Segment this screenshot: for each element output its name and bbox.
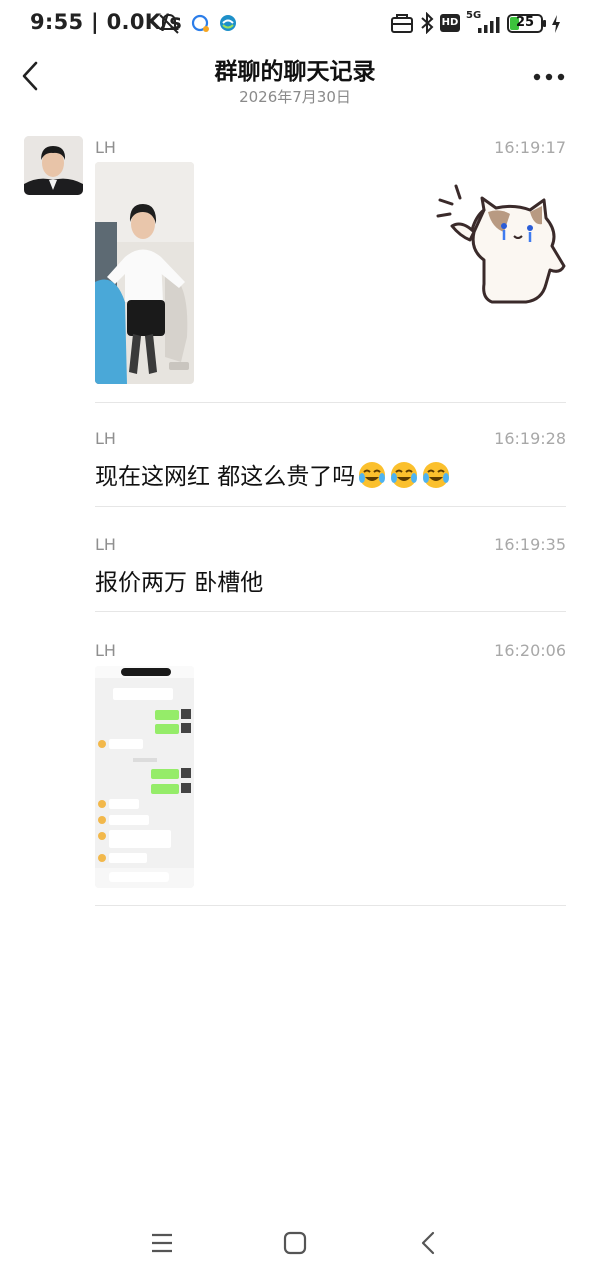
message-divider (95, 905, 566, 906)
chat-history-header: 群聊的聊天记录 2026年7月30日 (0, 46, 590, 116)
page-title: 群聊的聊天记录 (214, 59, 376, 85)
message-item: LH 16:19:28 现在这网红 都这么贵了吗 (95, 429, 566, 499)
man-in-suit-avatar-icon (24, 136, 83, 195)
sender-name: LH (95, 535, 116, 554)
home-icon[interactable] (282, 1230, 308, 1256)
laugh-cry-emoji-icon (423, 462, 450, 488)
sender-name: LH (95, 641, 116, 660)
status-bar: 9:55 | 0.0K/s HD 5G 25 (0, 0, 590, 46)
signal-icon (478, 17, 500, 33)
sender-name: LH (95, 429, 116, 448)
back-icon[interactable] (418, 1230, 438, 1256)
chat-screenshot-image-icon (95, 666, 194, 888)
sender-name: LH (95, 138, 116, 157)
message-photo[interactable] (95, 666, 194, 888)
message-divider (95, 506, 566, 507)
message-time: 16:19:28 (494, 429, 566, 448)
laugh-cry-emoji-icon (391, 462, 418, 488)
menu-icon[interactable] (149, 1230, 175, 1256)
message-item: LH 16:19:35 报价两万 卧槽他 (95, 535, 566, 597)
hd-badge: HD (440, 14, 460, 32)
avatar[interactable] (24, 136, 83, 195)
message-divider (95, 611, 566, 612)
system-navigation-bar (0, 1222, 590, 1272)
more-dots-icon[interactable] (532, 72, 566, 82)
charging-icon (552, 15, 560, 33)
message-text-content: 现在这网红 都这么贵了吗 (95, 464, 356, 490)
laugh-cry-emoji-icon (359, 462, 386, 488)
message-photo[interactable] (95, 162, 194, 384)
message-time: 16:19:17 (494, 138, 566, 157)
page-subtitle-date: 2026年7月30日 (239, 88, 351, 106)
cat-sticker-icon[interactable] (434, 180, 572, 315)
chat-app-icon (191, 14, 209, 32)
message-divider (95, 402, 566, 403)
battery-indicator: 25 (507, 14, 546, 33)
woman-in-office-photo-icon (95, 162, 194, 384)
message-text[interactable]: 现在这网红 都这么贵了吗 (95, 457, 451, 491)
message-time: 16:20:06 (494, 641, 566, 660)
mute-icon (159, 13, 179, 34)
wallet-icon (391, 14, 413, 33)
battery-level: 25 (515, 15, 535, 30)
message-time: 16:19:35 (494, 535, 566, 554)
china-mobile-icon (220, 15, 236, 31)
bluetooth-icon (421, 12, 434, 34)
message-text[interactable]: 报价两万 卧槽他 (95, 563, 263, 597)
